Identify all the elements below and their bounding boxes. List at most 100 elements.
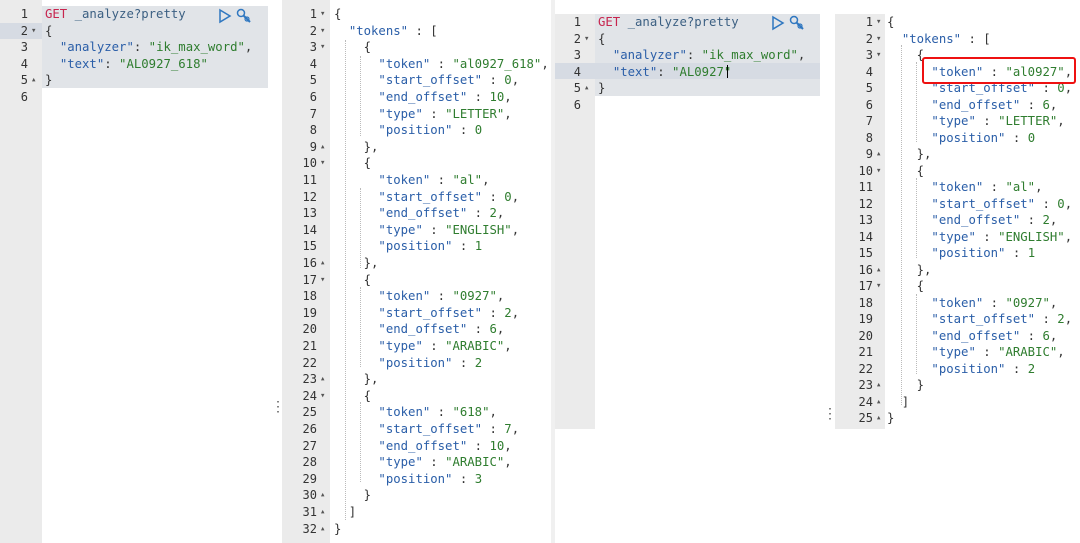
code-line[interactable]: 29 "position" : 3: [282, 471, 551, 488]
code-line[interactable]: 20 "end_offset" : 6,: [282, 321, 551, 338]
code-line[interactable]: 14 "type" : "ENGLISH",: [835, 229, 1080, 246]
code-line[interactable]: 25 "token" : "618",: [282, 404, 551, 421]
code-line[interactable]: 4 "text": "AL0927_618": [0, 56, 268, 73]
fold-collapse-icon[interactable]: ▾: [876, 14, 881, 31]
fold-expand-icon[interactable]: ▴: [876, 262, 881, 279]
code-line[interactable]: 2 ▾ {: [555, 31, 820, 48]
fold-expand-icon[interactable]: ▴: [320, 255, 325, 272]
code-line[interactable]: 16 ▴ },: [282, 255, 551, 272]
code-line[interactable]: 10 ▾ {: [835, 163, 1080, 180]
code-line[interactable]: 7 "type" : "LETTER",: [835, 113, 1080, 130]
code-line[interactable]: 13 "end_offset" : 2,: [835, 212, 1080, 229]
code-line[interactable]: 15 "position" : 1: [835, 245, 1080, 262]
code-line[interactable]: 18 "token" : "0927",: [282, 288, 551, 305]
code-token: :: [983, 180, 1006, 194]
fold-collapse-icon[interactable]: ▾: [320, 23, 325, 40]
fold-collapse-icon[interactable]: ▾: [320, 6, 325, 23]
code-line[interactable]: 28 "type" : "ARABIC",: [282, 454, 551, 471]
code-line[interactable]: 19 "start_offset" : 2,: [835, 311, 1080, 328]
fold-expand-icon[interactable]: ▴: [876, 394, 881, 411]
fold-expand-icon[interactable]: ▴: [31, 72, 36, 89]
code-line[interactable]: 4 "token" : "al0927_618",: [282, 56, 551, 73]
fold-collapse-icon[interactable]: ▾: [320, 39, 325, 56]
code-line[interactable]: 17 ▾ {: [282, 272, 551, 289]
code-line[interactable]: 32 ▴}: [282, 521, 551, 538]
code-line[interactable]: 6 "end_offset" : 10,: [282, 89, 551, 106]
fold-collapse-icon[interactable]: ▾: [320, 388, 325, 405]
code-line[interactable]: 15 "position" : 1: [282, 238, 551, 255]
code-line[interactable]: 6: [555, 97, 820, 114]
code-line[interactable]: 16 ▴ },: [835, 262, 1080, 279]
code-line[interactable]: 8 "position" : 0: [835, 130, 1080, 147]
fold-collapse-icon[interactable]: ▾: [320, 272, 325, 289]
wrench-icon[interactable]: [788, 14, 804, 30]
code-line[interactable]: 10 ▾ {: [282, 155, 551, 172]
fold-expand-icon[interactable]: ▴: [876, 377, 881, 394]
code-line[interactable]: 20 "end_offset" : 6,: [835, 328, 1080, 345]
code-line[interactable]: 14 "type" : "ENGLISH",: [282, 222, 551, 239]
code-line[interactable]: 26 "start_offset" : 7,: [282, 421, 551, 438]
code-line[interactable]: 22 "position" : 2: [282, 355, 551, 372]
code-line[interactable]: 5 "start_offset" : 0,: [282, 72, 551, 89]
code-line[interactable]: 2 ▾ "tokens" : [: [835, 31, 1080, 48]
code-line[interactable]: 17 ▾ {: [835, 278, 1080, 295]
play-icon[interactable]: [217, 8, 233, 24]
code-line[interactable]: 8 "position" : 0: [282, 122, 551, 139]
code-line[interactable]: 4 "text": "AL0927": [555, 64, 820, 81]
code-line[interactable]: 3 "analyzer": "ik_max_word",: [0, 39, 268, 56]
wrench-icon[interactable]: [235, 7, 251, 23]
code-line[interactable]: 27 "end_offset" : 10,: [282, 438, 551, 455]
play-icon[interactable]: [770, 15, 786, 31]
fold-expand-icon[interactable]: ▴: [320, 139, 325, 156]
fold-collapse-icon[interactable]: ▾: [584, 31, 589, 48]
code-line[interactable]: 2 ▾ "tokens" : [: [282, 23, 551, 40]
request-lines[interactable]: 1 GET _analyze?pretty 2 ▾ {3 "analyzer": "ik…: [555, 14, 820, 214]
fold-expand-icon[interactable]: ▴: [320, 371, 325, 388]
fold-collapse-icon[interactable]: ▾: [320, 155, 325, 172]
fold-expand-icon[interactable]: ▴: [876, 146, 881, 163]
code-line[interactable]: 12 "start_offset" : 0,: [282, 189, 551, 206]
code-line[interactable]: 31 ▴ ]: [282, 504, 551, 521]
code-text: "text": "AL0927_618": [45, 56, 208, 73]
fold-collapse-icon[interactable]: ▾: [876, 278, 881, 295]
code-line[interactable]: 7 "type" : "LETTER",: [282, 106, 551, 123]
code-line[interactable]: 23 ▴ },: [282, 371, 551, 388]
fold-expand-icon[interactable]: ▴: [320, 504, 325, 521]
code-line[interactable]: 12 "start_offset" : 0,: [835, 196, 1080, 213]
code-line[interactable]: 23 ▴ }: [835, 377, 1080, 394]
code-line[interactable]: 21 "type" : "ARABIC",: [282, 338, 551, 355]
highlight-box: [922, 57, 1076, 84]
code-line[interactable]: 2 ▾ {: [0, 23, 268, 40]
code-line[interactable]: 9 ▴ },: [282, 139, 551, 156]
code-line[interactable]: 9 ▴ },: [835, 146, 1080, 163]
code-line[interactable]: 6: [0, 89, 268, 106]
code-line[interactable]: 13 "end_offset" : 2,: [282, 205, 551, 222]
code-line[interactable]: 1 ▾ {: [282, 6, 551, 23]
code-line[interactable]: 25 ▴}: [835, 410, 1080, 427]
code-line[interactable]: 18 "token" : "0927",: [835, 295, 1080, 312]
response-lines[interactable]: 1 ▾{2 ▾ "tokens" : [3 ▾ {4 "token" : "al092…: [282, 6, 551, 543]
fold-collapse-icon[interactable]: ▾: [876, 31, 881, 48]
code-line[interactable]: 19 "start_offset" : 2,: [282, 305, 551, 322]
code-line[interactable]: 1 ▾ {: [835, 14, 1080, 31]
code-line[interactable]: 21 "type" : "ARABIC",: [835, 344, 1080, 361]
code-line[interactable]: 22 "position" : 2: [835, 361, 1080, 378]
code-line[interactable]: 30 ▴ }: [282, 487, 551, 504]
code-line[interactable]: 5 ▴}: [555, 80, 820, 97]
code-line[interactable]: 6 "end_offset" : 6,: [835, 97, 1080, 114]
code-line[interactable]: 3 ▾ {: [282, 39, 551, 56]
fold-expand-icon[interactable]: ▴: [876, 410, 881, 427]
code-line[interactable]: 24 ▾ {: [282, 388, 551, 405]
code-line[interactable]: 11 "token" : "al",: [835, 179, 1080, 196]
request-lines[interactable]: 1 GET _analyze?pretty 2 ▾ {3 "analyzer": "ik…: [0, 6, 268, 206]
fold-expand-icon[interactable]: ▴: [320, 521, 325, 538]
code-line[interactable]: 3 "analyzer": "ik_max_word",: [555, 47, 820, 64]
code-line[interactable]: 24 ▴ ]: [835, 394, 1080, 411]
fold-expand-icon[interactable]: ▴: [584, 80, 589, 97]
fold-collapse-icon[interactable]: ▾: [876, 47, 881, 64]
fold-collapse-icon[interactable]: ▾: [876, 163, 881, 180]
fold-collapse-icon[interactable]: ▾: [31, 23, 36, 40]
code-line[interactable]: 5 ▴}: [0, 72, 268, 89]
fold-expand-icon[interactable]: ▴: [320, 487, 325, 504]
code-line[interactable]: 11 "token" : "al",: [282, 172, 551, 189]
